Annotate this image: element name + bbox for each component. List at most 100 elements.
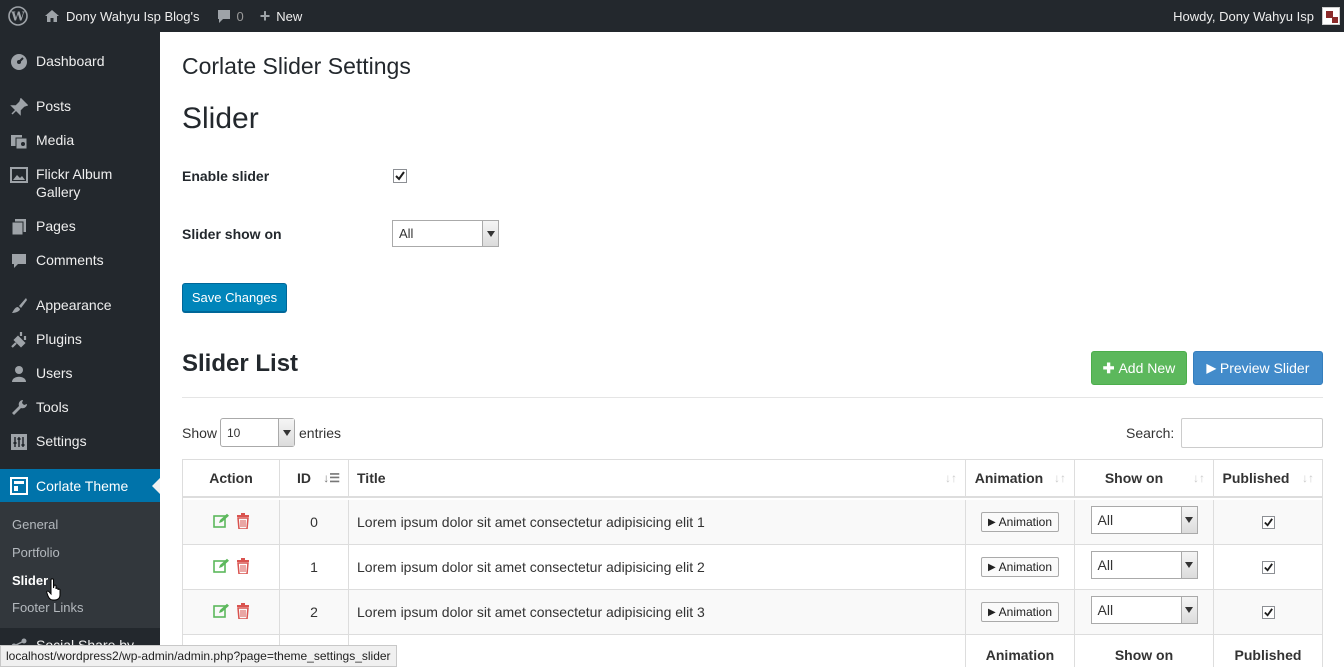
- column-header-show-on[interactable]: Show on ↓↑: [1075, 460, 1214, 498]
- footer-cell: [349, 635, 966, 667]
- menu-dashboard[interactable]: Dashboard: [0, 52, 160, 72]
- show-on-select[interactable]: All: [1090, 551, 1198, 579]
- footer-animation: Animation: [966, 635, 1075, 667]
- play-icon: ▶: [987, 606, 996, 618]
- site-name-link[interactable]: Dony Wahyu Isp Blog's: [36, 0, 208, 32]
- menu-label: Media: [36, 132, 75, 148]
- trash-icon[interactable]: [236, 602, 250, 622]
- published-cell: [1214, 590, 1322, 634]
- submenu-slider[interactable]: Slider: [12, 573, 48, 588]
- slider-show-on-select[interactable]: All: [392, 220, 499, 247]
- search-label: Search:: [1126, 425, 1175, 441]
- add-new-button[interactable]: ✚ Add New: [1091, 351, 1187, 385]
- search-input[interactable]: [1181, 418, 1323, 448]
- menu-label: Settings: [36, 433, 87, 449]
- id-cell: 1: [280, 545, 349, 589]
- animation-button[interactable]: ▶ Animation: [980, 512, 1060, 532]
- table-row: 1 Lorem ipsum dolor sit amet consectetur…: [183, 545, 1322, 590]
- menu-label: Tools: [36, 399, 69, 415]
- play-icon: ▶: [1206, 361, 1216, 375]
- chevron-down-icon: [278, 419, 294, 446]
- id-cell: 0: [280, 500, 349, 544]
- id-cell: 2: [280, 590, 349, 634]
- menu-corlate-theme[interactable]: Corlate Theme: [0, 469, 160, 503]
- plug-icon: [9, 330, 29, 350]
- new-content-link[interactable]: + New: [252, 0, 311, 32]
- menu-label: Posts: [36, 98, 72, 114]
- show-on-select[interactable]: All: [1090, 506, 1198, 534]
- save-changes-button[interactable]: Save Changes: [182, 283, 287, 312]
- slider-table: Action ID ↓☰ Title ↓↑ Animation ↓↑ Show …: [182, 459, 1323, 667]
- published-checkbox[interactable]: [1261, 560, 1275, 574]
- header-label: Title: [357, 470, 386, 486]
- animation-button[interactable]: ▶ Animation: [980, 557, 1060, 577]
- checkmark-icon: [1263, 517, 1273, 527]
- play-icon: ▶: [987, 561, 996, 573]
- entries-per-page-select[interactable]: 10: [220, 418, 295, 447]
- show-label: Show: [182, 425, 218, 441]
- show-on-cell: All: [1075, 500, 1214, 544]
- column-header-action[interactable]: Action: [183, 460, 280, 498]
- add-new-label: Add New: [1118, 360, 1176, 376]
- slider-show-on-label: Slider show on: [182, 226, 282, 242]
- animation-cell: ▶ Animation: [966, 545, 1075, 589]
- menu-comments[interactable]: Comments: [0, 251, 160, 271]
- menu-posts[interactable]: Posts: [0, 97, 160, 117]
- menu-label: Comments: [36, 252, 104, 268]
- edit-icon[interactable]: [212, 513, 230, 531]
- column-header-animation[interactable]: Animation ↓↑: [966, 460, 1075, 498]
- animation-button[interactable]: ▶ Animation: [980, 602, 1060, 622]
- sort-ascending-icon: ↓☰: [323, 471, 340, 485]
- action-cell: [183, 590, 280, 634]
- select-value: All: [1097, 557, 1114, 573]
- menu-appearance[interactable]: Appearance: [0, 296, 160, 316]
- table-row: 0 Lorem ipsum dolor sit amet consectetur…: [183, 500, 1322, 545]
- entries-label: entries: [299, 425, 342, 441]
- enable-slider-label: Enable slider: [182, 168, 270, 184]
- status-bar-url: localhost/wordpress2/wp-admin/admin.php?…: [0, 645, 397, 667]
- media-icon: [9, 131, 29, 151]
- submenu-general[interactable]: General: [12, 517, 58, 532]
- title-cell: Lorem ipsum dolor sit amet consectetur a…: [349, 590, 966, 634]
- published-checkbox[interactable]: [1261, 605, 1275, 619]
- edit-icon[interactable]: [212, 603, 230, 621]
- plus-icon: ✚: [1102, 359, 1115, 376]
- menu-label: Plugins: [36, 331, 82, 347]
- my-account-link[interactable]: Howdy, Dony Wahyu Isp: [1165, 0, 1344, 32]
- theme-icon: [9, 476, 29, 496]
- comment-bubble-icon: [216, 9, 232, 24]
- comments-link[interactable]: 0: [208, 0, 252, 32]
- trash-icon[interactable]: [236, 557, 250, 577]
- column-header-title[interactable]: Title ↓↑: [349, 460, 966, 498]
- column-header-id[interactable]: ID ↓☰: [280, 460, 349, 498]
- enable-slider-checkbox[interactable]: [393, 169, 407, 183]
- gallery-icon: [9, 165, 29, 185]
- menu-flickr-album-gallery[interactable]: Flickr Album Gallery: [0, 165, 160, 201]
- brush-icon: [9, 296, 29, 316]
- trash-icon[interactable]: [236, 512, 250, 532]
- table-row: 2 Lorem ipsum dolor sit amet consectetur…: [183, 590, 1322, 635]
- show-on-cell: All: [1075, 590, 1214, 634]
- select-value: All: [399, 226, 414, 241]
- menu-users[interactable]: Users: [0, 364, 160, 384]
- header-label: Published: [1222, 470, 1290, 486]
- edit-icon[interactable]: [212, 558, 230, 576]
- select-value: All: [1097, 602, 1114, 618]
- divider: [182, 397, 1323, 398]
- dashboard-icon: [9, 52, 29, 72]
- menu-settings[interactable]: Settings: [0, 432, 160, 452]
- new-label: New: [276, 8, 303, 24]
- animation-label: Animation: [998, 515, 1053, 529]
- published-checkbox[interactable]: [1261, 515, 1275, 529]
- column-header-published[interactable]: Published ↓↑: [1214, 460, 1322, 498]
- menu-pages[interactable]: Pages: [0, 217, 160, 237]
- action-cell: [183, 500, 280, 544]
- menu-plugins[interactable]: Plugins: [0, 330, 160, 350]
- show-on-select[interactable]: All: [1090, 596, 1198, 624]
- submenu-portfolio[interactable]: Portfolio: [12, 545, 60, 560]
- wordpress-logo-icon[interactable]: W: [0, 0, 36, 32]
- animation-cell: ▶ Animation: [966, 500, 1075, 544]
- menu-media[interactable]: Media: [0, 131, 160, 151]
- menu-tools[interactable]: Tools: [0, 398, 160, 418]
- preview-slider-button[interactable]: ▶ Preview Slider: [1193, 351, 1323, 385]
